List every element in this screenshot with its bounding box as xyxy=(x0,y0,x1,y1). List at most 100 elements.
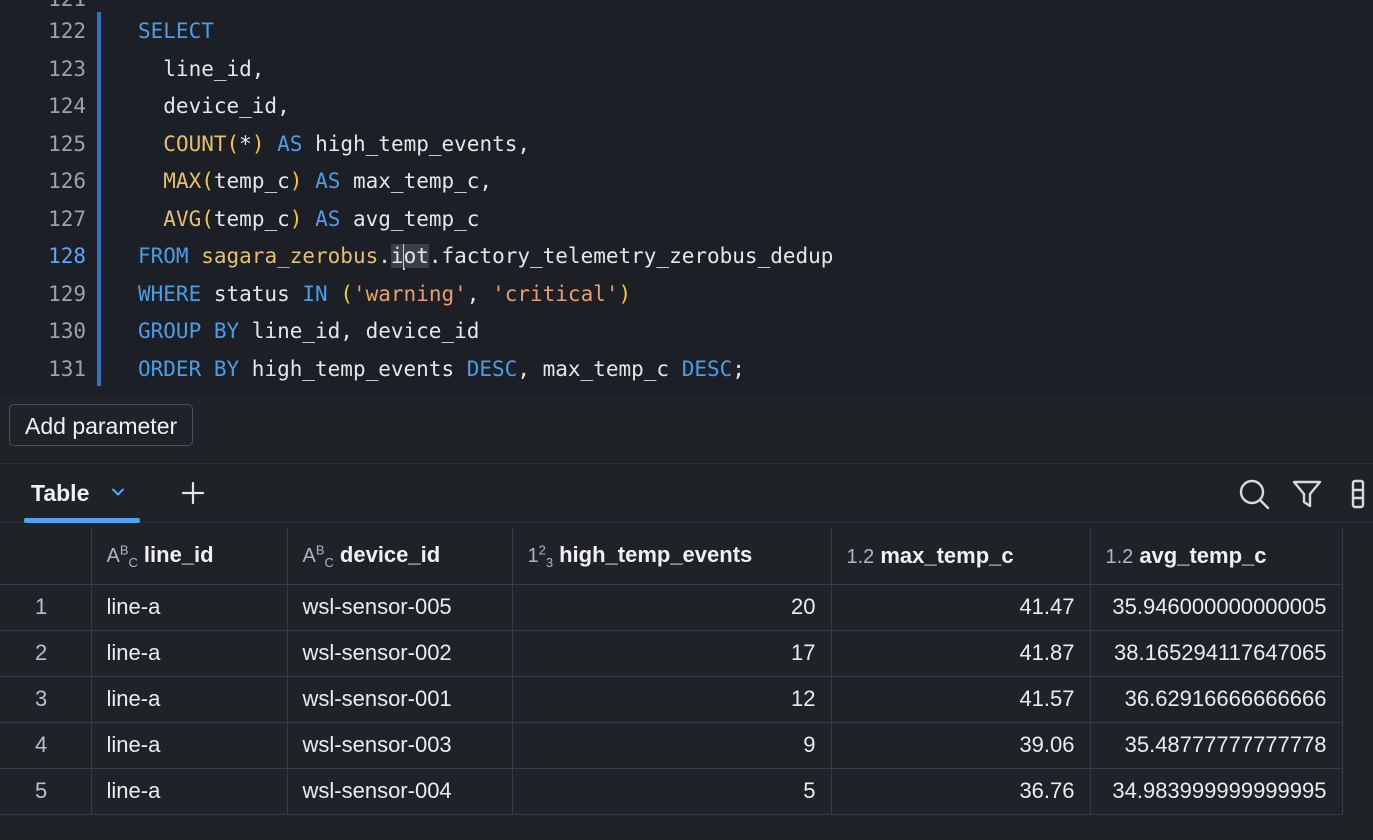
table-row[interactable]: 4 line-a wsl-sensor-003 9 39.06 35.4877777777… xyxy=(0,721,1343,769)
cell-line-id[interactable]: line-a xyxy=(90,629,288,677)
cell-line-id[interactable]: line-a xyxy=(90,675,288,723)
cell-device-id[interactable]: wsl-sensor-003 xyxy=(286,721,513,769)
cell-device-id[interactable]: wsl-sensor-004 xyxy=(286,767,513,815)
code-line[interactable]: 129 WHERE status IN ('warning', 'critical… xyxy=(0,276,1373,313)
line-number: 122 xyxy=(48,19,86,43)
sql-token: device_id, xyxy=(138,94,290,118)
cell-max-temp-c[interactable]: 41.57 xyxy=(830,675,1091,723)
sql-token: * xyxy=(239,131,252,156)
code-text: FROM sagara_zerobus.iot.factory_telemetr… xyxy=(138,238,833,275)
decimal-type-icon: 1.2 xyxy=(846,545,875,568)
cell-max-temp-c[interactable]: 39.06 xyxy=(830,721,1091,769)
cell-device-id[interactable]: wsl-sensor-002 xyxy=(286,629,513,677)
line-number: 123 xyxy=(48,56,86,81)
sql-token: ot xyxy=(403,244,429,268)
cell-avg-temp-c[interactable]: 35.48777777777778 xyxy=(1089,721,1343,769)
code-line[interactable]: 128 FROM sagara_zerobus.iot.factory_telem… xyxy=(0,238,1373,275)
code-text: device_id, xyxy=(138,88,290,125)
column-header-max-temp-c[interactable]: 1.2 max_temp_c xyxy=(830,528,1091,585)
line-number: 124 xyxy=(48,94,86,118)
cell-line-id[interactable]: line-a xyxy=(90,583,288,631)
chevron-down-icon[interactable] xyxy=(110,484,126,505)
cell-avg-temp-c[interactable]: 35.946000000000005 xyxy=(1089,583,1343,631)
line-number: 127 xyxy=(48,206,86,231)
sql-editor[interactable]: 121 122SELECT123 line_id,124 device_id,1… xyxy=(0,0,1373,395)
column-header-label: device_id xyxy=(339,541,441,567)
row-index: 5 xyxy=(0,767,92,815)
sql-token: , max_temp_c xyxy=(517,356,682,381)
sql-token: ( xyxy=(226,131,240,156)
row-index: 1 xyxy=(0,583,92,631)
table-row[interactable]: 5 line-a wsl-sensor-004 5 36.76 34.9839999999… xyxy=(0,767,1343,815)
column-header-avg-temp-c[interactable]: 1.2 avg_temp_c xyxy=(1089,528,1343,585)
sql-token: high_temp_events xyxy=(239,356,467,381)
sql-token: ) xyxy=(289,206,303,231)
row-index: 4 xyxy=(0,721,92,769)
cell-high-temp-events[interactable]: 20 xyxy=(511,583,832,631)
sql-token: ( xyxy=(201,169,214,193)
sql-token: . xyxy=(378,244,391,268)
table-row[interactable]: 2 line-a wsl-sensor-002 17 41.87 38.165294117… xyxy=(0,629,1343,677)
sql-token: high_temp_events, xyxy=(302,131,531,156)
cell-max-temp-c[interactable]: 41.87 xyxy=(830,629,1091,677)
sql-token: status xyxy=(201,281,303,306)
line-number-partial: 121 xyxy=(0,0,86,6)
code-text: MAX(temp_c) AS max_temp_c, xyxy=(138,163,492,200)
line-number: 131 xyxy=(48,356,86,381)
code-line[interactable]: 125 COUNT(*) AS high_temp_events, xyxy=(0,126,1373,163)
code-line[interactable]: 127 AVG(temp_c) AS avg_temp_c xyxy=(0,201,1373,238)
sql-token: temp_c xyxy=(213,169,290,193)
table-row[interactable]: 1 line-a wsl-sensor-005 20 41.47 35.946000000… xyxy=(0,583,1343,631)
sql-token: line_id, device_id xyxy=(239,319,480,343)
cell-avg-temp-c[interactable]: 36.62916666666666 xyxy=(1089,675,1343,723)
cell-max-temp-c[interactable]: 41.47 xyxy=(830,583,1091,631)
code-line[interactable]: 123 line_id, xyxy=(0,51,1373,88)
results-table: ABC line_id ABC device_id 123 high_temp_event… xyxy=(0,528,1343,815)
column-header-line-id[interactable]: ABC line_id xyxy=(90,528,288,585)
code-line[interactable]: 122 SELECT xyxy=(0,13,1373,50)
cell-high-temp-events[interactable]: 12 xyxy=(511,675,832,723)
line-number: 129 xyxy=(48,281,86,306)
add-visualization-button[interactable] xyxy=(180,480,206,506)
code-line[interactable]: 130 GROUP BY line_id, device_id xyxy=(0,313,1373,350)
filter-button[interactable] xyxy=(1291,478,1323,515)
column-header-device-id[interactable]: ABC device_id xyxy=(286,528,513,585)
cell-avg-temp-c[interactable]: 34.983999999999995 xyxy=(1089,767,1343,815)
code-text: AVG(temp_c) AS avg_temp_c xyxy=(138,201,479,238)
cell-high-temp-events[interactable]: 5 xyxy=(511,767,832,815)
string-type-icon: ABC xyxy=(302,542,334,570)
code-text: line_id, xyxy=(138,51,264,88)
sql-keyword: AS xyxy=(315,206,341,231)
cell-avg-temp-c[interactable]: 38.165294117647065 xyxy=(1089,629,1343,677)
code-line[interactable]: 124 device_id, xyxy=(0,88,1373,125)
sql-token: ) xyxy=(618,281,632,306)
cell-line-id[interactable]: line-a xyxy=(90,721,288,769)
columns-button[interactable] xyxy=(1350,478,1370,515)
sql-token: avg_temp_c xyxy=(340,206,480,231)
sql-token: ( xyxy=(201,206,214,231)
search-button[interactable] xyxy=(1238,478,1270,515)
sql-keyword: IN xyxy=(302,281,328,306)
string-type-icon: ABC xyxy=(106,542,138,570)
cell-max-temp-c[interactable]: 36.76 xyxy=(830,767,1091,815)
cell-device-id[interactable]: wsl-sensor-005 xyxy=(286,583,513,631)
sql-string: 'warning' xyxy=(352,281,467,306)
line-number: 125 xyxy=(48,131,86,156)
line-number: 126 xyxy=(48,169,86,193)
tab-table[interactable]: Table xyxy=(24,464,140,523)
code-line[interactable]: 126 MAX(temp_c) AS max_temp_c, xyxy=(0,163,1373,200)
code-line[interactable]: 131 ORDER BY high_temp_events DESC, max_t… xyxy=(0,351,1373,388)
cell-high-temp-events[interactable]: 17 xyxy=(511,629,832,677)
cell-line-id[interactable]: line-a xyxy=(90,767,288,815)
cell-device-id[interactable]: wsl-sensor-001 xyxy=(286,675,513,723)
column-header-label: line_id xyxy=(143,541,214,567)
table-row[interactable]: 3 line-a wsl-sensor-001 12 41.57 36.629166666… xyxy=(0,675,1343,723)
add-parameter-button[interactable]: Add parameter xyxy=(9,404,194,446)
cell-high-temp-events[interactable]: 9 xyxy=(511,721,832,769)
column-header-high-temp-events[interactable]: 123 high_temp_events xyxy=(511,528,832,585)
tab-table-label: Table xyxy=(31,480,90,506)
